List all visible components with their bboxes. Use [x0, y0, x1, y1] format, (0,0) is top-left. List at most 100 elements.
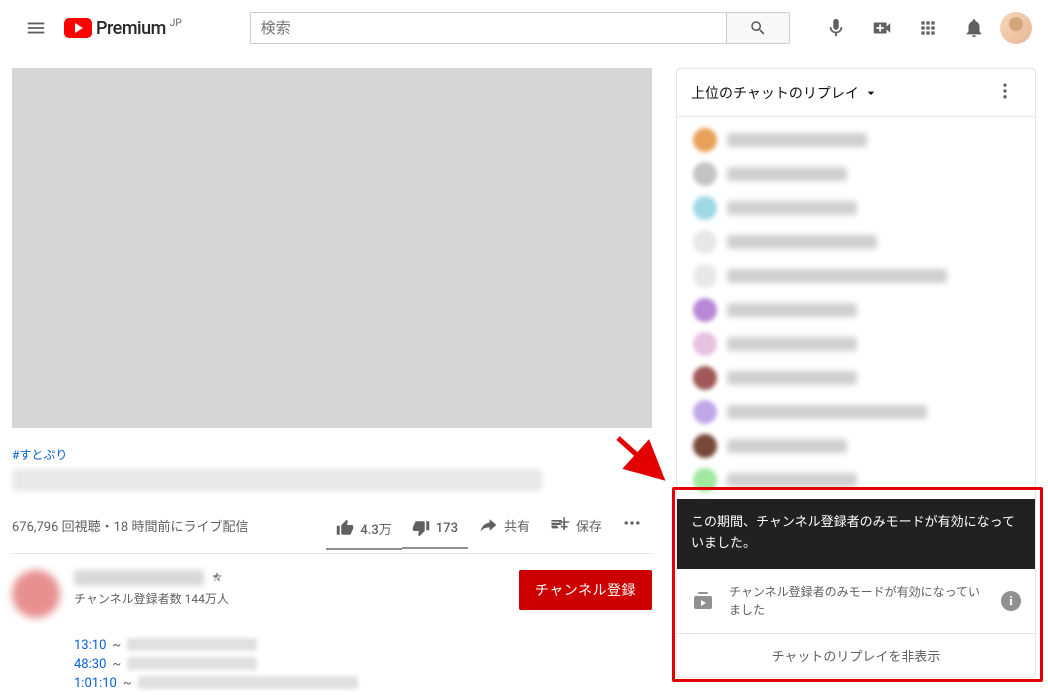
chat-column: 上位のチャットのリプレイ この期間、チャンネル登録者のみモードが有効になっていま…	[676, 68, 1036, 695]
chat-text	[727, 201, 857, 215]
chapter-item: 1:01:10	[74, 676, 652, 691]
youtube-square-icon	[691, 589, 715, 613]
chat-avatar	[693, 264, 717, 288]
channel-avatar[interactable]	[12, 570, 60, 618]
microphone-icon	[825, 17, 847, 39]
chat-text	[727, 337, 857, 351]
apps-grid-icon	[918, 18, 938, 38]
info-button[interactable]: i	[1001, 591, 1021, 611]
timestamp-link[interactable]: 13:10	[74, 638, 106, 653]
chat-header-label: 上位のチャットのリプレイ	[691, 83, 859, 103]
chat-text	[727, 269, 947, 283]
search-icon	[749, 19, 767, 37]
chapters-list: 13:10 48:30 1:01:10	[74, 638, 652, 691]
chat-message	[677, 157, 1035, 191]
voice-search-button[interactable]	[816, 8, 856, 48]
app-header: Premium JP	[0, 0, 1048, 56]
chapter-item: 48:30	[74, 657, 652, 672]
playlist-add-icon	[550, 515, 570, 535]
chat-avatar	[693, 230, 717, 254]
logo-text: Premium	[96, 18, 166, 39]
save-button[interactable]: 保存	[540, 507, 612, 543]
chat-system-row: チャンネル登録者のみモードが有効になっていました i	[677, 569, 1035, 633]
share-icon	[478, 515, 498, 535]
chat-messages[interactable]	[677, 117, 1035, 499]
chat-header: 上位のチャットのリプレイ	[677, 69, 1035, 117]
chat-panel: 上位のチャットのリプレイ この期間、チャンネル登録者のみモードが有効になっていま…	[676, 68, 1036, 678]
chat-avatar	[693, 366, 717, 390]
menu-button[interactable]	[16, 8, 56, 48]
video-plus-icon	[871, 17, 893, 39]
search-input[interactable]	[250, 12, 726, 44]
video-player[interactable]	[12, 68, 652, 428]
apps-button[interactable]	[908, 8, 948, 48]
timestamp-link[interactable]: 1:01:10	[74, 676, 117, 691]
chat-avatar	[693, 332, 717, 356]
chat-avatar	[693, 128, 717, 152]
chat-avatar	[693, 196, 717, 220]
like-button[interactable]: 4.3万	[326, 511, 401, 550]
hide-chat-button[interactable]: チャットのリプレイを非表示	[677, 633, 1035, 677]
timestamp-link[interactable]: 48:30	[74, 657, 106, 672]
notifications-button[interactable]	[954, 8, 994, 48]
chat-text	[727, 167, 847, 181]
chat-message	[677, 293, 1035, 327]
more-vertical-icon	[995, 81, 1015, 101]
chat-text	[727, 473, 857, 487]
chat-text	[727, 439, 847, 453]
chat-avatar	[693, 468, 717, 492]
video-column: #すとぷり 676,796 回視聴・18 時間前にライブ配信 4.3万 173 …	[12, 68, 652, 695]
hashtag-link[interactable]: #すとぷり	[12, 446, 67, 463]
chat-message	[677, 123, 1035, 157]
thumb-down-icon	[412, 519, 430, 537]
like-count: 4.3万	[360, 519, 391, 538]
chat-avatar	[693, 298, 717, 322]
more-actions-button[interactable]	[612, 505, 652, 545]
chat-text	[727, 405, 927, 419]
channel-name[interactable]	[74, 570, 204, 586]
channel-row: チャンネル登録者数 144万人 チャンネル登録	[12, 554, 652, 634]
chat-message	[677, 395, 1035, 429]
chat-avatar	[693, 400, 717, 424]
verified-badge-icon	[210, 571, 224, 585]
view-count-text: 676,796 回視聴・18 時間前にライブ配信	[12, 516, 248, 535]
country-code: JP	[170, 18, 182, 29]
dislike-button[interactable]: 173	[402, 511, 468, 549]
stats-row: 676,796 回視聴・18 時間前にライブ配信 4.3万 173 共有 保存	[12, 505, 652, 554]
chat-message	[677, 429, 1035, 463]
chat-mode-selector[interactable]: 上位のチャットのリプレイ	[691, 83, 879, 103]
chat-message	[677, 463, 1035, 497]
chat-options-button[interactable]	[989, 75, 1021, 111]
video-title	[12, 469, 542, 491]
more-horizontal-icon	[622, 513, 642, 533]
chat-footer: この期間、チャンネル登録者のみモードが有効になっていました。 チャンネル登録者の…	[677, 499, 1035, 677]
search-form	[250, 12, 790, 44]
chat-avatar	[693, 162, 717, 186]
account-avatar[interactable]	[1000, 12, 1032, 44]
chat-text	[727, 235, 877, 249]
create-button[interactable]	[862, 8, 902, 48]
chat-text	[727, 303, 857, 317]
logo[interactable]: Premium JP	[64, 18, 182, 39]
bell-icon	[963, 17, 985, 39]
dislike-count: 173	[436, 521, 458, 536]
action-bar: 4.3万 173 共有 保存	[326, 505, 652, 545]
header-right	[816, 8, 1032, 48]
search-button[interactable]	[726, 12, 790, 44]
channel-info: チャンネル登録者数 144万人	[74, 570, 505, 607]
subscribe-button[interactable]: チャンネル登録	[519, 570, 652, 610]
main-content: #すとぷり 676,796 回視聴・18 時間前にライブ配信 4.3万 173 …	[0, 56, 1048, 695]
subscriber-count: チャンネル登録者数 144万人	[74, 590, 505, 607]
chat-message	[677, 191, 1035, 225]
save-label: 保存	[576, 516, 602, 535]
chat-message	[677, 327, 1035, 361]
chat-message	[677, 259, 1035, 293]
thumb-up-icon	[336, 519, 354, 537]
hamburger-icon	[25, 17, 47, 39]
chat-text	[727, 133, 867, 147]
chat-message	[677, 361, 1035, 395]
share-button[interactable]: 共有	[468, 507, 540, 543]
chevron-down-icon	[863, 85, 879, 101]
share-label: 共有	[504, 516, 530, 535]
chapter-item: 13:10	[74, 638, 652, 653]
